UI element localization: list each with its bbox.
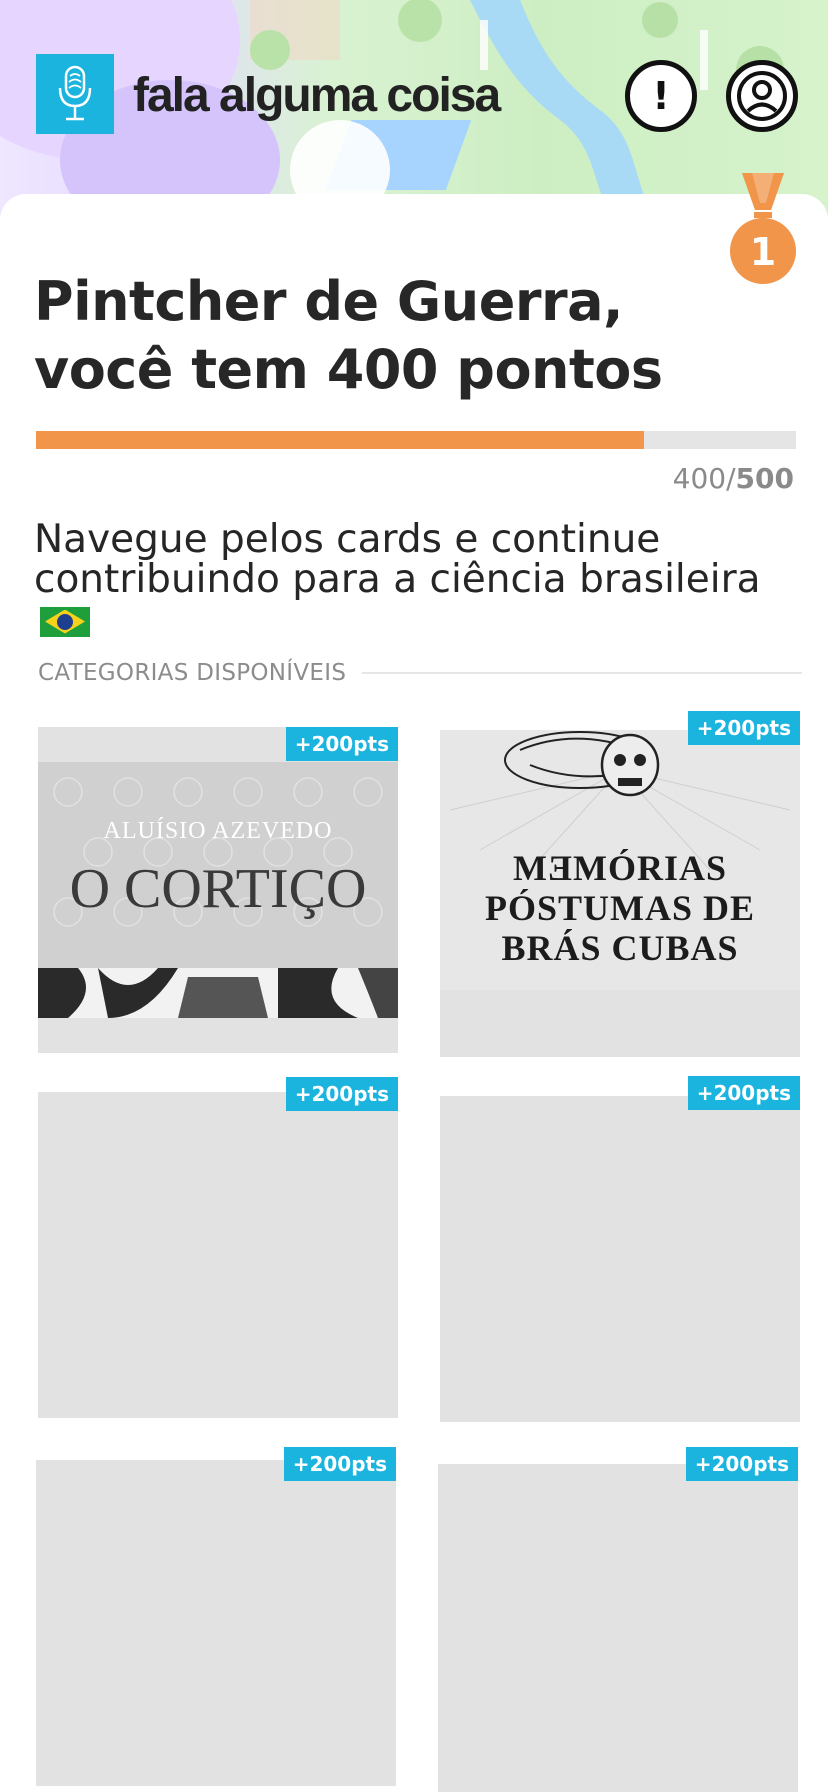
instructions-line-1: Navegue pelos cards e continue: [34, 517, 661, 562]
points-badge: +200pts: [685, 1447, 798, 1481]
category-card[interactable]: +200pts: [36, 1447, 396, 1786]
points-badge: +200pts: [285, 727, 398, 761]
instructions-text: Navegue pelos cards e continue contribui…: [34, 520, 804, 640]
book-cover-o-cortico: ALUÍSIO AZEVEDO O CORTIÇO: [38, 762, 398, 1018]
points-badge: +200pts: [687, 1076, 800, 1110]
points-progress-fill: [36, 431, 644, 449]
cover-title-line-3: BRÁS CUBAS: [501, 928, 738, 968]
points-progress-bar: [36, 431, 796, 449]
greeting-heading: Pintcher de Guerra, você tem 400 pontos: [34, 268, 663, 404]
category-card[interactable]: +200pts: [38, 1077, 398, 1418]
greeting-name: Pintcher de Guerra,: [34, 270, 624, 333]
progress-label: 400/500: [673, 462, 794, 495]
cover-author-text: ALUÍSIO AZEVEDO: [104, 818, 333, 844]
alert-button[interactable]: !: [625, 60, 697, 132]
greeting-points-line: você tem 400 pontos: [34, 336, 663, 404]
greeting-suffix: pontos: [437, 338, 663, 401]
app-title: fala alguma coisa: [133, 69, 501, 122]
cover-title-line-2: PÓSTUMAS DE: [485, 888, 755, 928]
points-badge: +200pts: [687, 711, 800, 745]
points-badge: +200pts: [285, 1077, 398, 1111]
points-badge: +200pts: [283, 1447, 396, 1481]
medal-icon: 1: [730, 173, 796, 284]
progress-separator: /: [726, 462, 736, 495]
user-circle-icon: [737, 71, 787, 121]
exclamation-icon: !: [652, 74, 670, 118]
instructions-line-2-text: contribuindo para a ciência brasileira: [34, 557, 761, 602]
progress-goal: 500: [735, 462, 794, 495]
categories-section-label: CATEGORIAS DISPONÍVEIS: [38, 660, 347, 686]
category-card-o-cortico[interactable]: ALUÍSIO AZEVEDO O CORTIÇO +200pts: [38, 727, 398, 1053]
rank-medal: 1: [730, 173, 796, 289]
category-card[interactable]: +200pts: [438, 1447, 798, 1792]
greeting-prefix: você tem: [34, 338, 327, 401]
brazil-flag-icon: [40, 606, 90, 637]
category-card[interactable]: +200pts: [440, 1076, 800, 1422]
instructions-line-2: contribuindo para a ciência brasileira: [34, 560, 804, 640]
points-value: 400: [326, 338, 439, 401]
cover-title-text: O CORTIÇO: [70, 858, 367, 920]
microphone-fingerprint-icon: [58, 65, 92, 121]
book-cover-memorias-postumas: MƎMÓRIAS PÓSTUMAS DE BRÁS CUBAS: [440, 730, 800, 990]
medal-rank-number: 1: [750, 230, 776, 274]
card-cover-image: MƎMÓRIAS PÓSTUMAS DE BRÁS CUBAS: [440, 730, 800, 990]
card-cover-image: ALUÍSIO AZEVEDO O CORTIÇO: [38, 762, 398, 1018]
profile-button[interactable]: [726, 60, 798, 132]
progress-current: 400: [672, 462, 727, 495]
section-divider: [362, 672, 802, 674]
app-logo[interactable]: [36, 54, 114, 134]
cover-title-line-1: MƎMÓRIAS: [513, 848, 727, 888]
category-card-memorias-postumas[interactable]: MƎMÓRIAS PÓSTUMAS DE BRÁS CUBAS +200pts: [440, 711, 800, 1057]
